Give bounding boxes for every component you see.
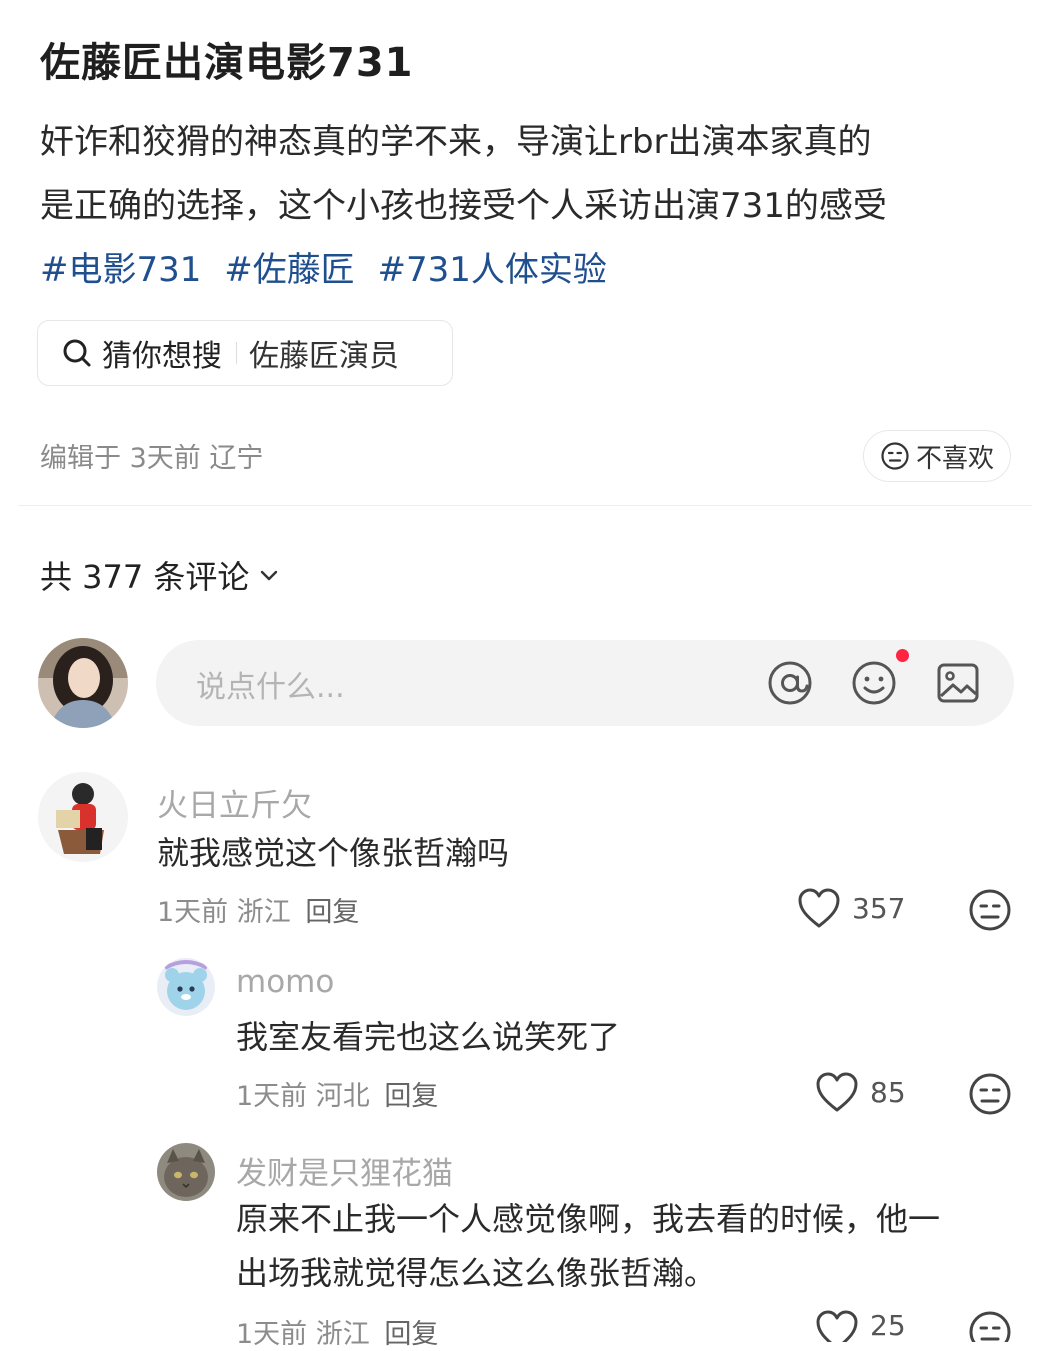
heart-icon bbox=[816, 1072, 858, 1112]
post-body: 奸诈和狡猾的神态真的学不来，导演让rbr出演本家真的 是正确的选择，这个小孩也接… bbox=[40, 110, 1020, 302]
comment-username[interactable]: momo bbox=[236, 964, 334, 1000]
dislike-label: 不喜欢 bbox=[915, 443, 994, 474]
search-icon bbox=[63, 339, 91, 367]
comment-text: 我室友看完也这么说笑死了 bbox=[236, 1010, 620, 1064]
dislike-icon[interactable] bbox=[968, 1072, 1012, 1116]
avatar-image bbox=[38, 772, 128, 862]
tag-link[interactable]: #731人体实验 bbox=[378, 250, 607, 290]
avatar[interactable] bbox=[157, 958, 215, 1016]
reply-button[interactable]: 回复 bbox=[305, 897, 359, 928]
post-body-line: 是正确的选择，这个小孩也接受个人采访出演731的感受 bbox=[40, 186, 887, 226]
like-count: 357 bbox=[852, 891, 906, 925]
avatar[interactable] bbox=[38, 638, 128, 728]
dislike-icon[interactable] bbox=[968, 888, 1012, 932]
chevron-down-icon bbox=[261, 570, 278, 581]
comment-time-location: 1天前 浙江 bbox=[236, 1319, 370, 1350]
avatar-image bbox=[157, 1143, 215, 1201]
avatar-image bbox=[38, 638, 128, 728]
dislike-button[interactable]: 不喜欢 bbox=[863, 430, 1011, 482]
at-icon[interactable] bbox=[766, 659, 814, 707]
avatar[interactable] bbox=[38, 772, 128, 862]
post-body-line: 奸诈和狡猾的神态真的学不来，导演让rbr出演本家真的 bbox=[40, 122, 872, 162]
guess-label: 猜你想搜 bbox=[102, 339, 222, 374]
dislike-icon[interactable] bbox=[968, 1310, 1012, 1342]
comment-text: 原来不止我一个人感觉像啊，我去看的时候，他一 出场我就觉得怎么这么像张哲瀚。 bbox=[236, 1192, 940, 1300]
reply-button[interactable]: 回复 bbox=[384, 1081, 438, 1112]
comment-meta: 1天前 浙江 回复 bbox=[157, 890, 359, 929]
comment-meta: 1天前 河北 回复 bbox=[236, 1074, 438, 1113]
like-button[interactable]: 25 bbox=[814, 1308, 906, 1342]
comment-text-line: 出场我就觉得怎么这么像张哲瀚。 bbox=[236, 1254, 717, 1292]
tag-list: #电影731 #佐藤匠 #731人体实验 bbox=[40, 238, 1020, 302]
post-title: 佐藤匠出演电影731 bbox=[40, 40, 414, 86]
tag-link[interactable]: #电影731 bbox=[40, 250, 201, 290]
comment-text-line: 我室友看完也这么说笑死了 bbox=[236, 1018, 621, 1056]
comment-username[interactable]: 发财是只狸花猫 bbox=[236, 1148, 453, 1193]
section-divider bbox=[18, 505, 1032, 506]
comment-username[interactable]: 火日立斤欠 bbox=[157, 780, 312, 825]
comment-count-label: 共 377 条评论 bbox=[40, 558, 250, 596]
guess-search-chip[interactable]: 猜你想搜 佐藤匠演员 bbox=[37, 320, 453, 386]
like-count: 85 bbox=[870, 1075, 906, 1109]
comment-time-location: 1天前 河北 bbox=[236, 1081, 370, 1112]
comment-meta: 1天前 浙江 回复 bbox=[236, 1312, 438, 1351]
reply-button[interactable]: 回复 bbox=[384, 1319, 438, 1350]
avatar[interactable] bbox=[157, 1143, 215, 1201]
image-icon[interactable] bbox=[934, 659, 982, 707]
post-meta: 编辑于 3天前 辽宁 bbox=[40, 443, 264, 474]
like-count: 25 bbox=[870, 1308, 906, 1342]
heart-icon bbox=[798, 888, 840, 928]
comment-count-toggle[interactable]: 共 377 条评论 bbox=[40, 552, 281, 598]
comment-input[interactable]: 说点什么... bbox=[156, 640, 1014, 726]
comment-time-location: 1天前 浙江 bbox=[157, 897, 291, 928]
emoji-icon[interactable] bbox=[850, 659, 898, 707]
divider bbox=[236, 342, 237, 364]
notification-dot bbox=[896, 649, 909, 662]
guess-term[interactable]: 佐藤匠演员 bbox=[249, 331, 399, 375]
avatar-image bbox=[157, 958, 215, 1016]
comment-text: 就我感觉这个像张哲瀚吗 bbox=[157, 826, 509, 880]
comment-input-placeholder: 说点什么... bbox=[196, 670, 345, 705]
comment-text-line: 原来不止我一个人感觉像啊，我去看的时候，他一 bbox=[236, 1200, 941, 1238]
like-button[interactable]: 357 bbox=[796, 886, 905, 930]
heart-icon bbox=[816, 1310, 858, 1342]
like-button[interactable]: 85 bbox=[814, 1070, 906, 1114]
tag-link[interactable]: #佐藤匠 bbox=[224, 250, 355, 290]
comment-text-line: 就我感觉这个像张哲瀚吗 bbox=[157, 834, 510, 872]
neutral-face-icon bbox=[881, 442, 909, 470]
